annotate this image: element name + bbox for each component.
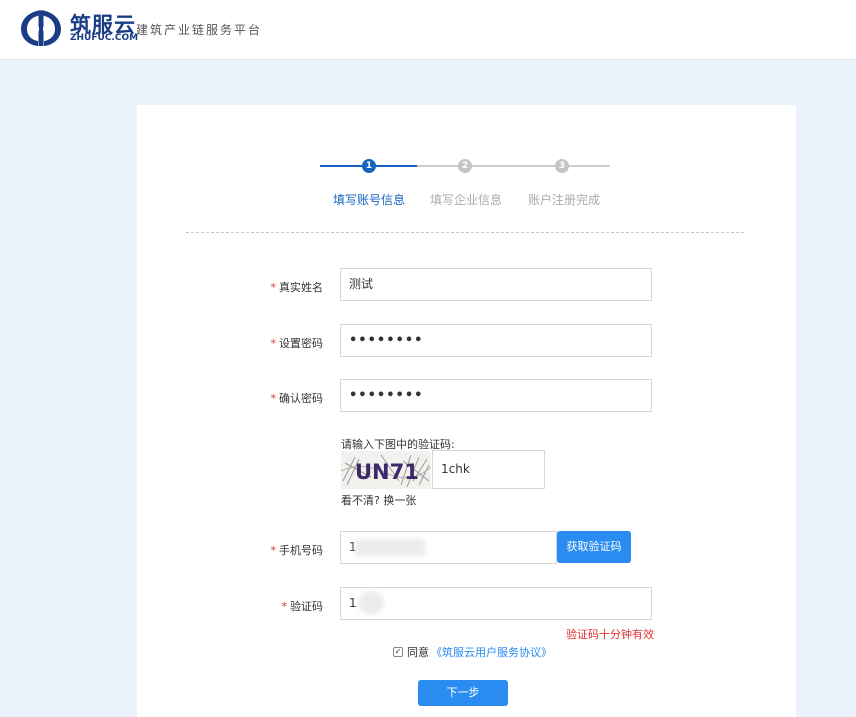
confirm-password-label: * 确认密码 (223, 390, 324, 406)
step-1-label: 填写账号信息 (333, 193, 406, 207)
agreement-checkbox[interactable]: ✓ (393, 647, 403, 657)
sms-code-redaction (358, 591, 384, 615)
captcha-refresh-link[interactable]: 看不清? 换一张 (341, 492, 416, 508)
step-2-label: 填写企业信息 (430, 193, 503, 207)
password-label-text: 设置密码 (279, 337, 323, 350)
code-validity-note: 验证码十分钟有效 (566, 628, 654, 641)
confirm-password-label-text: 确认密码 (279, 392, 323, 405)
zhufuyun-logo-icon (21, 10, 61, 46)
confirm-password-input[interactable]: •••••••• (340, 379, 652, 412)
captcha-text: UN71 (355, 460, 419, 484)
logo-slogan: 建筑产业链服务平台 (136, 23, 263, 37)
section-divider (186, 232, 744, 233)
password-input[interactable]: •••••••• (340, 324, 652, 357)
step-3-dot: 3 (555, 159, 569, 173)
required-mark: * (270, 544, 277, 557)
phone-redaction (355, 539, 425, 556)
sms-code-label: * 验证码 (223, 598, 324, 614)
required-mark: * (270, 281, 277, 294)
next-step-button[interactable]: 下一步 (418, 680, 508, 706)
captcha-input[interactable]: 1chk (432, 450, 545, 489)
phone-label: * 手机号码 (223, 542, 324, 558)
captcha-noise-icon: UN71 (341, 454, 431, 488)
phone-label-text: 手机号码 (279, 544, 323, 557)
password-label: * 设置密码 (223, 335, 324, 351)
real-name-label-text: 真实姓名 (279, 281, 323, 294)
agreement-link[interactable]: 《筑服云用户服务协议》 (431, 644, 552, 660)
top-header: 筑服云 ZHUFUC.COM 建筑产业链服务平台 (0, 0, 856, 60)
sms-code-input[interactable]: 1 (340, 587, 652, 620)
required-mark: * (270, 392, 277, 405)
step-3-label: 账户注册完成 (528, 193, 601, 207)
logo-domain: ZHUFUC.COM (70, 33, 139, 43)
required-mark: * (270, 337, 277, 350)
agreement-row: ✓ 同意 《筑服云用户服务协议》 (393, 644, 552, 660)
sms-code-label-text: 验证码 (290, 600, 323, 613)
get-code-button[interactable]: 获取验证码 (557, 531, 631, 563)
captcha-image[interactable]: UN71 (341, 451, 431, 489)
step-1-dot: 1 (362, 159, 376, 173)
step-2-dot: 2 (458, 159, 472, 173)
real-name-input[interactable]: 测试 (340, 268, 652, 301)
real-name-label: * 真实姓名 (223, 279, 324, 295)
agreement-prefix: 同意 (407, 646, 429, 659)
required-mark: * (281, 600, 288, 613)
